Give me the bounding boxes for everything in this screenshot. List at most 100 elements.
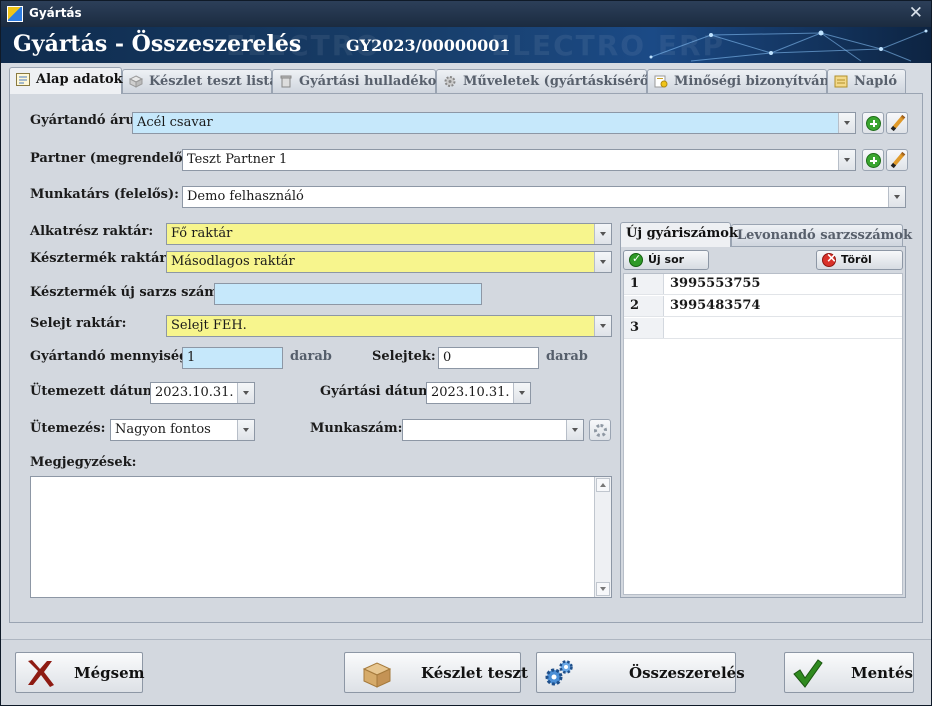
tab-label: Műveletek (gyártáskísérő) — [463, 74, 655, 89]
certificate-icon — [654, 75, 668, 88]
tab-basic-data[interactable]: Alap adatok — [9, 67, 123, 94]
gear-icon — [594, 424, 607, 437]
pencil-icon — [890, 114, 906, 132]
product-select[interactable]: Acél csavar — [132, 112, 856, 134]
parts-warehouse-value: Fő raktár — [171, 226, 233, 241]
edit-product-button[interactable] — [886, 112, 908, 134]
chevron-down-icon[interactable] — [237, 420, 254, 440]
cancel-button[interactable]: Mégsem — [15, 652, 145, 693]
work-number-settings-button[interactable] — [589, 419, 611, 441]
scroll-down-icon[interactable] — [596, 582, 610, 596]
stock-test-button[interactable]: Készlet teszt — [344, 652, 528, 693]
log-icon — [834, 75, 848, 88]
chevron-down-icon[interactable] — [237, 383, 254, 403]
plus-icon — [866, 116, 881, 131]
table-row[interactable]: 1 3995553755 — [624, 274, 902, 295]
tab-deduct-batches[interactable]: Levonandó sarzsszámok — [731, 224, 912, 246]
rejects-input[interactable]: 0 — [438, 347, 539, 369]
partner-select[interactable]: Teszt Partner 1 — [182, 149, 856, 171]
tab-production-waste[interactable]: Gyártási hulladékok — [272, 69, 445, 93]
tab-label: Alap adatok — [36, 72, 123, 87]
new-row-label: Új sor — [648, 253, 685, 266]
reject-warehouse-label: Selejt raktár: — [30, 316, 127, 331]
bin-icon — [280, 75, 292, 88]
close-icon[interactable]: ✕ — [909, 3, 923, 23]
page-title: Gyártás - Összeszerelés — [13, 31, 302, 57]
tab-quality-certificate[interactable]: Minőségi bizonyítvány — [647, 69, 837, 93]
chevron-down-icon[interactable] — [594, 252, 611, 272]
header-banner: ELECTRO ELECTRO ERP Gyártás - Összeszere… — [1, 27, 931, 63]
delete-row-button[interactable]: Töröl — [816, 250, 903, 270]
scheduled-date-value: 2023.10.31. — [155, 385, 234, 400]
tab-operations[interactable]: Műveletek (gyártáskísérő) — [436, 69, 655, 93]
table-row[interactable]: 2 3995483574 — [624, 296, 902, 317]
new-row-button[interactable]: Új sor — [623, 250, 709, 270]
reject-warehouse-select[interactable]: Selejt FEH. — [166, 315, 612, 337]
row-index: 3 — [624, 318, 664, 338]
parts-warehouse-select[interactable]: Fő raktár — [166, 223, 612, 245]
chevron-down-icon[interactable] — [838, 150, 855, 170]
gear-icon — [444, 76, 456, 87]
gears-icon — [545, 660, 573, 686]
assemble-button[interactable]: Összeszerelés — [536, 652, 745, 693]
new-batch-input[interactable] — [214, 283, 482, 305]
quantity-input[interactable]: 1 — [182, 347, 283, 369]
action-bar: Mégsem Készlet teszt Összeszerelés Menté… — [1, 639, 931, 705]
app-icon — [7, 6, 23, 22]
edit-partner-button[interactable] — [886, 149, 908, 171]
work-number-select[interactable] — [402, 419, 584, 441]
checkmark-icon — [793, 659, 823, 688]
quantity-label: Gyártandó mennyiség: — [30, 349, 193, 364]
serials-grid: 1 3995553755 2 3995483574 3 — [623, 273, 903, 595]
employee-select[interactable]: Demo felhasználó — [182, 186, 906, 208]
check-icon — [629, 252, 643, 267]
parts-warehouse-label: Alkatrész raktár: — [30, 224, 154, 239]
reject-warehouse-value: Selejt FEH. — [171, 318, 247, 333]
chevron-down-icon[interactable] — [594, 224, 611, 244]
box-icon — [362, 662, 392, 688]
document-number: GY2023/00000001 — [346, 36, 511, 55]
priority-label: Ütemezés: — [30, 421, 106, 436]
stock-test-label: Készlet teszt — [421, 664, 528, 682]
chevron-down-icon[interactable] — [838, 113, 855, 133]
tab-label: Új gyáriszámok — [626, 226, 738, 241]
basic-data-panel: Gyártandó áru: Acél csavar Partner (megr… — [9, 93, 923, 623]
cube-icon — [129, 75, 143, 88]
production-date-picker[interactable]: 2023.10.31. — [426, 382, 531, 404]
notes-scrollbar[interactable] — [594, 477, 611, 597]
product-value: Acél csavar — [137, 115, 213, 130]
chevron-down-icon[interactable] — [566, 420, 583, 440]
add-partner-button[interactable] — [862, 149, 884, 171]
chevron-down-icon[interactable] — [513, 383, 530, 403]
add-product-button[interactable] — [862, 112, 884, 134]
chevron-down-icon[interactable] — [888, 187, 905, 207]
network-graphic-icon — [649, 29, 928, 62]
employee-value: Demo felhasználó — [187, 189, 304, 204]
tab-label: Minőségi bizonyítvány — [674, 74, 837, 89]
priority-select[interactable]: Nagyon fontos — [110, 419, 255, 441]
row-index: 1 — [624, 274, 664, 294]
product-warehouse-label: Késztermék raktár: — [30, 251, 172, 266]
tab-new-serials[interactable]: Új gyáriszámok — [620, 222, 738, 247]
tab-label: Készlet teszt lista — [149, 74, 278, 89]
save-button[interactable]: Mentés — [784, 652, 914, 693]
scroll-up-icon[interactable] — [596, 478, 610, 492]
product-warehouse-select[interactable]: Másodlagos raktár — [166, 251, 612, 273]
notes-label: Megjegyzések: — [30, 455, 137, 470]
serial-number: 3995483574 — [670, 298, 761, 313]
tab-label: Levonandó sarzsszámok — [737, 228, 913, 243]
chevron-down-icon[interactable] — [594, 316, 611, 336]
cancel-icon — [28, 660, 54, 687]
table-row[interactable]: 3 — [624, 318, 902, 339]
serial-number: 3995553755 — [670, 276, 761, 291]
tab-stock-test-list[interactable]: Készlet teszt lista — [122, 69, 278, 93]
quantity-unit: darab — [290, 349, 332, 364]
tab-log[interactable]: Napló — [827, 69, 906, 93]
cancel-label: Mégsem — [74, 664, 145, 682]
partner-label: Partner (megrendelő): — [30, 151, 194, 166]
quantity-value: 1 — [187, 350, 196, 365]
scheduled-date-picker[interactable]: 2023.10.31. — [150, 382, 255, 404]
form-icon — [16, 73, 30, 86]
notes-textarea[interactable] — [30, 476, 612, 598]
delete-icon — [822, 251, 837, 267]
